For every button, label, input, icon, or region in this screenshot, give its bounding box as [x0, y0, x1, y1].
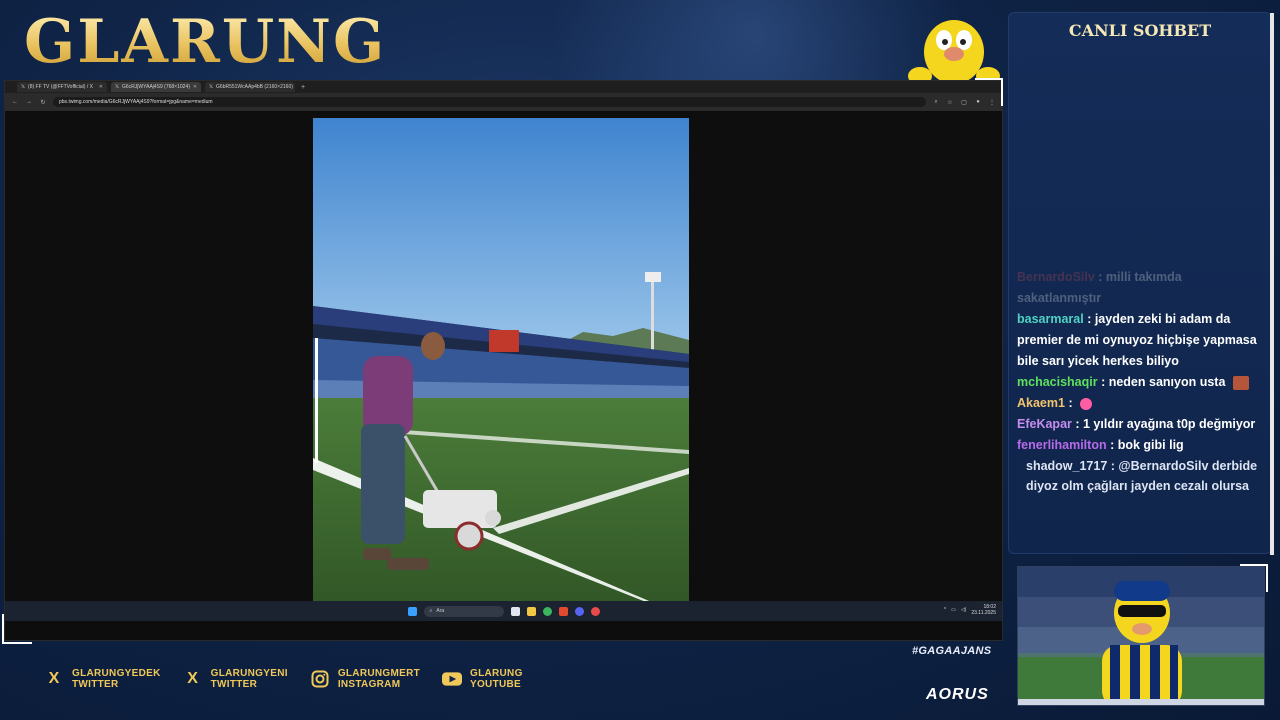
- search-icon: ⌕: [429, 608, 433, 614]
- social-platform: TWITTER: [210, 679, 258, 690]
- chat-username[interactable]: basarmaral: [1017, 312, 1084, 326]
- close-icon[interactable]: ✕: [193, 84, 197, 90]
- stadium-photo: [313, 118, 689, 619]
- frame-corner: [975, 78, 1003, 106]
- system-tray: ^ ▭ ◁) 18:02 23.11.2025: [944, 604, 996, 616]
- social-handle: GLARUNG: [470, 668, 523, 679]
- browser-tab-active[interactable]: 𝕏 G6cRJjWYAAj4S9 (768×1024) ✕: [111, 82, 201, 92]
- chrome-icon[interactable]: [542, 606, 552, 616]
- browser-window: 𝕏 (8) FF TV (@FFTVofficial) / X ✕ 𝕏 G6cR…: [4, 80, 1003, 641]
- network-icon[interactable]: ▭: [951, 607, 956, 613]
- tab-label: G6bR551WcAAp4bB (2160×2160): [216, 84, 293, 90]
- back-icon[interactable]: ←: [11, 99, 19, 105]
- social-links: X GLARUNGYEDEK TWITTER X GLARUNGYENI TWI…: [44, 668, 523, 690]
- streamer-avatar: [1018, 567, 1264, 705]
- x-icon: 𝕏: [115, 84, 120, 90]
- social-handle: GLARUNGMERT: [337, 668, 420, 679]
- frame-corner: [1240, 564, 1268, 592]
- social-instagram: GLARUNGMERT INSTAGRAM: [310, 668, 420, 690]
- tab-bar: 𝕏 (8) FF TV (@FFTVofficial) / X ✕ 𝕏 G6cR…: [5, 81, 1002, 93]
- chat-username[interactable]: BernardoSilv: [1017, 270, 1095, 284]
- reload-icon[interactable]: ↻: [39, 99, 47, 106]
- chat-message: shadow_1717 : @BernardoSilv derbide diyo…: [1026, 456, 1267, 496]
- chat-username[interactable]: fenerlihamilton: [1017, 438, 1107, 452]
- chat-scrollbar[interactable]: [1270, 13, 1274, 555]
- chat-message: Akaem1 :: [1017, 393, 1267, 414]
- x-icon: 𝕏: [21, 84, 26, 90]
- zoom-icon[interactable]: ⌕: [932, 99, 940, 106]
- social-handle: GLARUNGYEDEK: [72, 668, 161, 679]
- clock[interactable]: 18:02 23.11.2025: [971, 604, 996, 616]
- chat-text: :: [1068, 396, 1073, 410]
- search-placeholder: Ara: [436, 608, 445, 614]
- brave-icon[interactable]: [558, 606, 568, 616]
- live-chat-panel: CANLI SOHBET BernardoSilv : milli takımd…: [1008, 12, 1274, 555]
- youtube-icon: [442, 669, 462, 689]
- url-field[interactable]: pbs.twimg.com/media/G6cRJjWYAAj4S9?forma…: [53, 97, 926, 107]
- browser-tab[interactable]: 𝕏 (8) FF TV (@FFTVofficial) / X ✕: [17, 82, 107, 92]
- instagram-icon: [310, 669, 330, 689]
- tab-label: (8) FF TV (@FFTVofficial) / X: [28, 84, 93, 90]
- windows-taskbar: ⌕ Ara ^ ▭ ◁) 18:02 23.11.2025: [5, 601, 1002, 621]
- emote-icon: [1232, 375, 1249, 390]
- background-decoration: [420, 0, 980, 80]
- chat-text: : 1 yıldır ayağına t0p değmiyor: [1075, 417, 1256, 431]
- chat-message: EfeKapar : 1 yıldır ayağına t0p değmiyor: [1017, 414, 1267, 435]
- chat-username[interactable]: Akaem1: [1017, 396, 1065, 410]
- hashtag-label: #GAGAAJANS: [912, 645, 992, 657]
- chevron-up-icon[interactable]: ^: [944, 607, 946, 613]
- volume-icon[interactable]: ◁): [961, 607, 967, 613]
- forward-icon[interactable]: →: [25, 99, 33, 105]
- chat-title: CANLI SOHBET: [1068, 21, 1212, 40]
- extensions-icon[interactable]: ▢: [960, 99, 968, 106]
- date: 23.11.2025: [971, 610, 996, 616]
- file-explorer-icon[interactable]: [526, 606, 536, 616]
- chat-username[interactable]: EfeKapar: [1017, 417, 1072, 431]
- browser-tab[interactable]: 𝕏 G6bR551WcAAp4bB (2160×2160) ✕: [205, 82, 295, 92]
- chat-message: basarmaral : jayden zeki bi adam da prem…: [1017, 309, 1267, 372]
- chat-message: mchacishaqir : neden sanıyon usta: [1017, 372, 1267, 393]
- start-icon[interactable]: [407, 606, 417, 616]
- chat-text: : bok gibi lig: [1110, 438, 1184, 452]
- task-view-icon[interactable]: [510, 606, 520, 616]
- webcam-feed: [1017, 566, 1265, 706]
- social-twitter-yedek: X GLARUNGYEDEK TWITTER: [44, 668, 161, 690]
- chat-username[interactable]: mchacishaqir: [1017, 375, 1098, 389]
- page-viewport: ⌕ Ara ^ ▭ ◁) 18:02 23.11.2025: [5, 112, 1002, 621]
- tab-label: G6cRJjWYAAj4S9 (768×1024): [122, 84, 190, 90]
- x-icon: X: [187, 670, 198, 687]
- address-bar: ← → ↻ pbs.twimg.com/media/G6cRJjWYAAj4S9…: [5, 93, 1002, 111]
- social-platform: YOUTUBE: [470, 679, 521, 690]
- social-handle: GLARUNGYENI: [210, 668, 288, 679]
- social-platform: TWITTER: [72, 679, 119, 690]
- channel-logo: GLARUNG: [24, 7, 387, 77]
- chat-message: BernardoSilv : milli takımda sakatlanmış…: [1017, 267, 1267, 309]
- chat-text: : neden sanıyon usta: [1101, 375, 1226, 389]
- chat-username[interactable]: shadow_1717: [1026, 459, 1107, 473]
- sponsor-logo: AORUS: [926, 686, 989, 703]
- close-icon[interactable]: ✕: [99, 84, 103, 90]
- app-icon[interactable]: [590, 606, 600, 616]
- new-tab-icon[interactable]: +: [301, 84, 305, 91]
- x-icon: 𝕏: [209, 84, 214, 90]
- frame-corner: [2, 614, 32, 644]
- emote-icon: [1080, 397, 1093, 410]
- bookmark-star-icon[interactable]: ☆: [946, 99, 954, 106]
- social-platform: INSTAGRAM: [337, 679, 401, 690]
- social-twitter-yeni: X GLARUNGYENI TWITTER: [183, 668, 288, 690]
- x-icon: X: [48, 670, 60, 687]
- discord-icon[interactable]: [574, 606, 584, 616]
- chat-messages: BernardoSilv : milli takımda sakatlanmış…: [1017, 267, 1267, 496]
- chat-message: fenerlihamilton : bok gibi lig: [1017, 435, 1267, 456]
- social-youtube: GLARUNG YOUTUBE: [442, 668, 523, 690]
- taskbar-search[interactable]: ⌕ Ara: [423, 605, 504, 617]
